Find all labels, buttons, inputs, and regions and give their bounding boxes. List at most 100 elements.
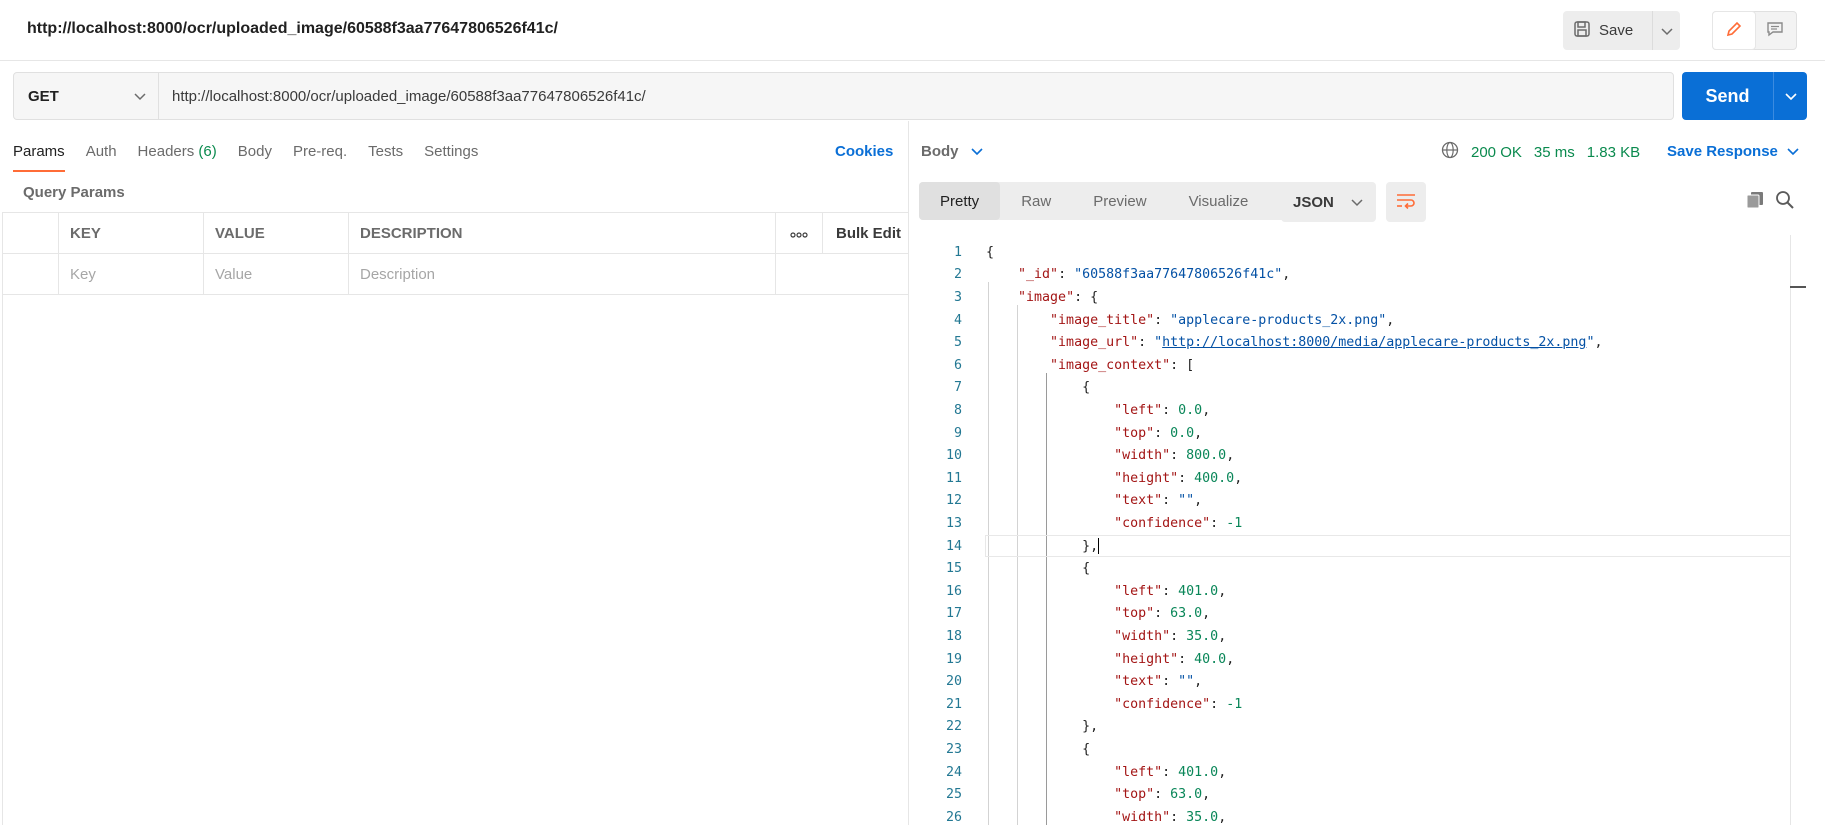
code-line: 23 { (919, 738, 1789, 761)
response-view-tabs: Pretty Raw Preview Visualize (919, 182, 1310, 220)
line-number: 3 (953, 289, 962, 305)
cookies-link[interactable]: Cookies (835, 143, 893, 160)
save-label: Save (1599, 22, 1634, 39)
code-token: 35.0 (1186, 809, 1219, 825)
code-text: "top": 63.0, (986, 787, 1210, 802)
code-line: 8 "left": 0.0, (919, 399, 1789, 422)
panel-left-border (2, 212, 3, 825)
save-button[interactable]: Save (1563, 11, 1653, 50)
format-value: JSON (1293, 193, 1334, 211)
request-tabs: Params Auth Headers (6) Body Pre-req. Te… (13, 132, 499, 172)
code-token: "height" (1114, 470, 1179, 486)
description-input[interactable]: Description (349, 254, 776, 294)
send-button[interactable]: Send (1682, 72, 1774, 120)
code-token: : (1154, 425, 1171, 441)
tab-auth[interactable]: Auth (86, 132, 117, 172)
save-response-button[interactable]: Save Response (1667, 143, 1799, 160)
code-line: 5 "image_url": "http://localhost:8000/me… (919, 331, 1789, 354)
code-token: "left" (1114, 402, 1163, 418)
status-code[interactable]: 200 OK (1471, 144, 1522, 161)
line-number: 2 (953, 267, 962, 283)
search-button[interactable] (1775, 190, 1795, 213)
editor-scrollbar[interactable] (1790, 235, 1791, 825)
url-link[interactable]: http://localhost:8000/media/applecare-pr… (1162, 335, 1586, 350)
response-section-select[interactable]: Body (921, 143, 983, 160)
code-token: "image_title" (1050, 312, 1155, 328)
tab-tests[interactable]: Tests (368, 132, 403, 172)
code-text: "width": 35.0, (986, 629, 1226, 644)
bulk-edit-button[interactable]: Bulk Edit (823, 213, 908, 253)
save-dropdown-button[interactable] (1653, 11, 1680, 50)
line-number: 12 (945, 493, 962, 509)
tab-visualize[interactable]: Visualize (1168, 182, 1270, 220)
key-input[interactable]: Key (59, 254, 204, 294)
code-token: : (1170, 809, 1187, 825)
copy-button[interactable] (1745, 190, 1765, 213)
chevron-down-icon (1787, 143, 1799, 160)
code-token: 800.0 (1186, 448, 1227, 464)
code-token: : (1162, 493, 1179, 509)
line-number: 6 (953, 357, 962, 373)
wrap-lines-button[interactable] (1386, 182, 1426, 222)
tab-raw[interactable]: Raw (1000, 182, 1072, 220)
tab-params[interactable]: Params (13, 132, 65, 172)
code-line: 16 "left": 401.0, (919, 580, 1789, 603)
response-size[interactable]: 1.83 KB (1587, 144, 1640, 161)
code-token: , (1226, 651, 1235, 667)
tab-prereq[interactable]: Pre-req. (293, 132, 347, 172)
response-meta: 200 OK 35 ms 1.83 KB (1441, 141, 1640, 163)
url-input[interactable] (159, 73, 1673, 119)
code-text: "confidence": -1 (986, 697, 1242, 712)
code-line: 20 "text": "", (919, 670, 1789, 693)
table-row: Key Value Description (2, 254, 908, 295)
code-line: 6 "image_context": [ (919, 354, 1789, 377)
request-title[interactable]: http://localhost:8000/ocr/uploaded_image… (27, 20, 558, 38)
edit-mode-button[interactable] (1713, 12, 1755, 49)
comment-mode-button[interactable] (1755, 12, 1797, 49)
pencil-icon (1725, 20, 1743, 41)
code-token: { (986, 741, 1091, 757)
code-line: 12 "text": "", (919, 490, 1789, 513)
tab-pretty[interactable]: Pretty (919, 182, 1001, 220)
code-token: "left" (1114, 764, 1163, 780)
code-line: 26 "width": 35.0, (919, 806, 1789, 825)
code-line: 14 }, (919, 535, 1789, 558)
code-token: 0.0 (1178, 402, 1203, 418)
send-dropdown-button[interactable] (1774, 72, 1807, 120)
code-text: { (986, 561, 1090, 576)
response-body-editor[interactable]: 1{2 "_id": "60588f3aa77647806526f41c", 3 … (919, 235, 1791, 825)
value-input[interactable]: Value (204, 254, 349, 294)
code-text: { (986, 245, 994, 260)
format-select[interactable]: JSON (1281, 182, 1376, 222)
value-column-header: VALUE (204, 213, 349, 253)
line-number: 13 (945, 515, 962, 531)
code-token: "text" (1114, 674, 1163, 690)
line-number: 10 (945, 448, 962, 464)
tab-preview[interactable]: Preview (1072, 182, 1167, 220)
tab-settings[interactable]: Settings (424, 132, 478, 172)
code-line: 13 "confidence": -1 (919, 512, 1789, 535)
code-token: "width" (1114, 628, 1171, 644)
code-text: "width": 800.0, (986, 448, 1234, 463)
code-token: : (1170, 628, 1187, 644)
response-time[interactable]: 35 ms (1534, 144, 1575, 161)
code-token: }, (986, 539, 1099, 555)
tab-headers[interactable]: Headers (6) (138, 132, 217, 172)
pane-divider[interactable] (908, 121, 909, 825)
code-text: }, (986, 719, 1098, 734)
method-select[interactable]: GET (14, 73, 159, 119)
globe-icon[interactable] (1441, 141, 1459, 163)
code-token: : (1178, 470, 1195, 486)
column-options-button[interactable] (776, 213, 823, 253)
code-line: 7 { (919, 377, 1789, 400)
code-line: 22 }, (919, 716, 1789, 739)
method-value: GET (28, 87, 59, 105)
code-token: , (1218, 764, 1227, 780)
code-token: 40.0 (1194, 651, 1227, 667)
code-token: "top" (1114, 787, 1155, 803)
line-number: 19 (945, 651, 962, 667)
tab-body[interactable]: Body (238, 132, 272, 172)
